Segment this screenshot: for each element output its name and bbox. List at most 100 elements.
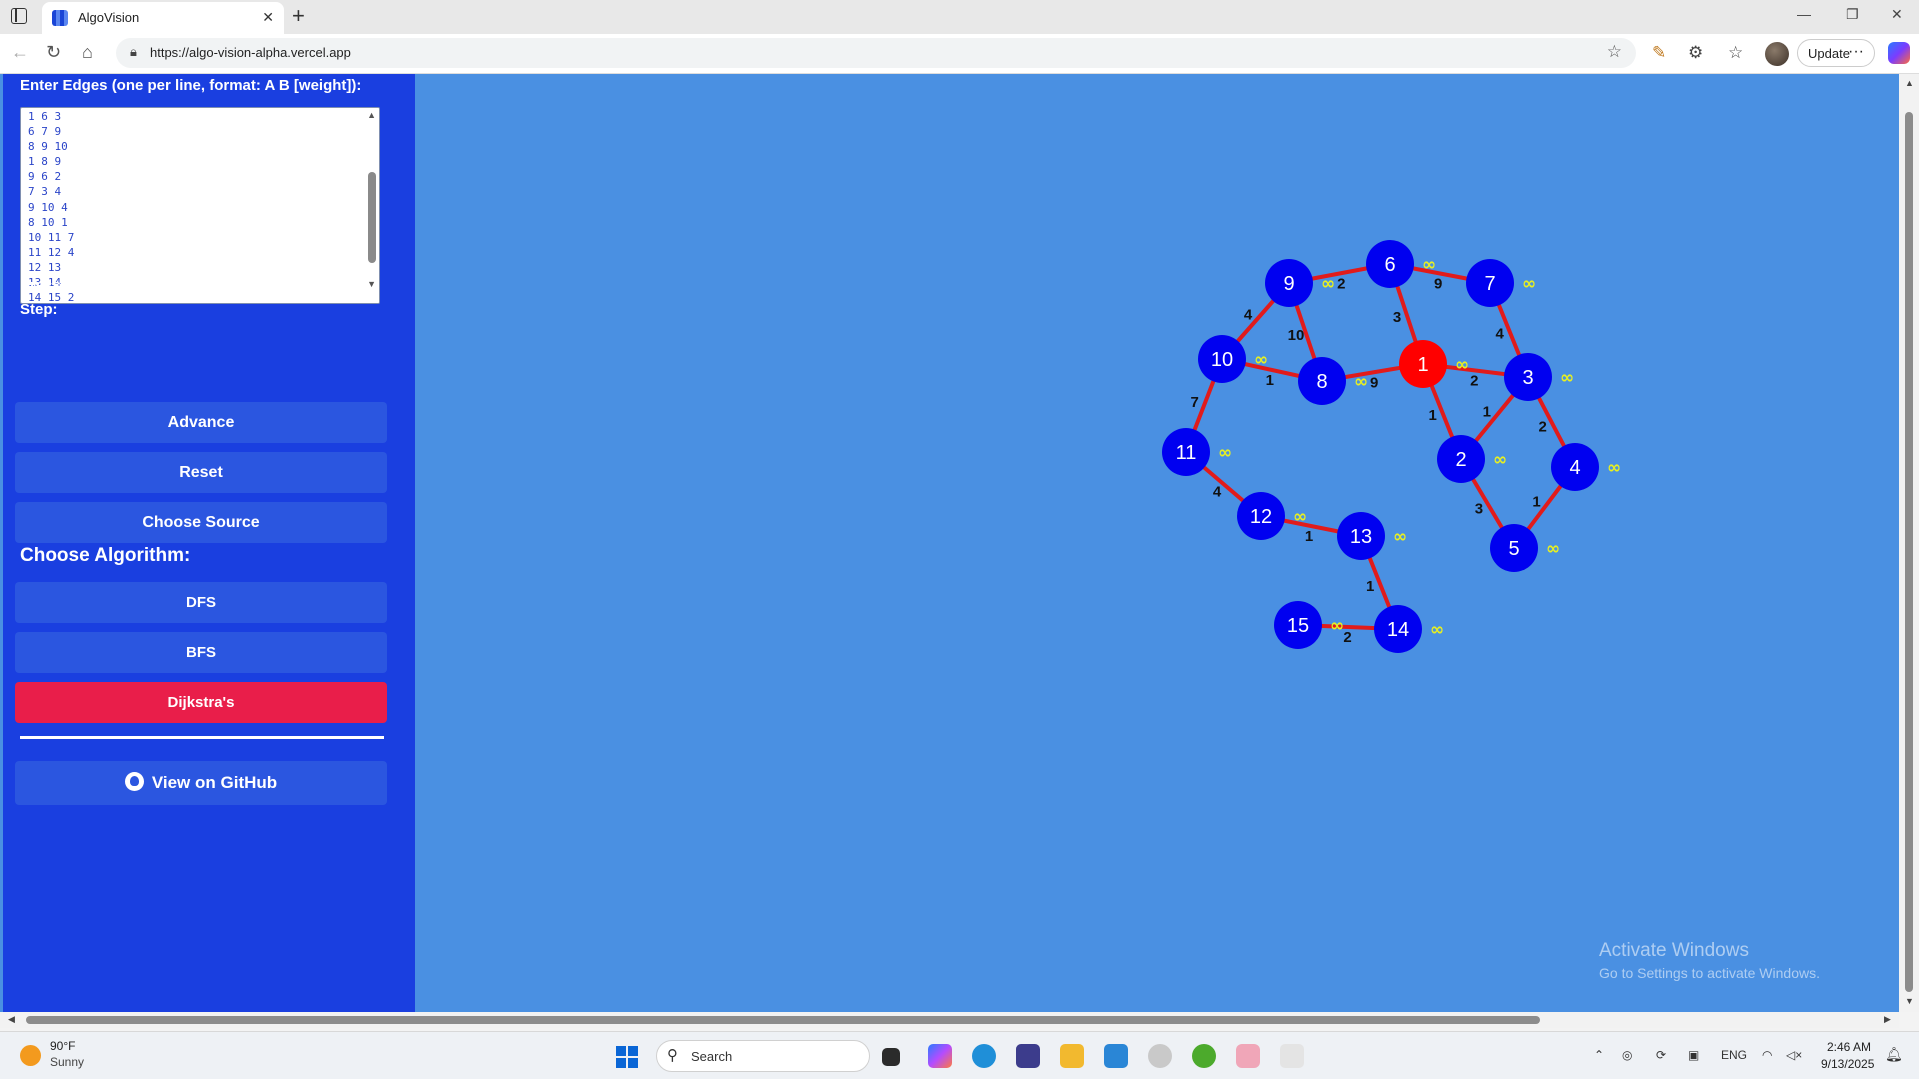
favorite-star-icon[interactable]: ☆ bbox=[1607, 42, 1622, 62]
node-distance-15: ∞ bbox=[1330, 616, 1344, 636]
page-scroll-right-icon[interactable]: ▶ bbox=[1884, 1014, 1891, 1025]
edge-weight-3-2: 1 bbox=[1483, 404, 1491, 421]
edge-weight-9-8: 10 bbox=[1288, 327, 1305, 344]
language-indicator[interactable]: ENG bbox=[1721, 1048, 1747, 1062]
page-horizontal-thumb[interactable] bbox=[26, 1016, 1540, 1024]
tab-title: AlgoVision bbox=[78, 10, 140, 25]
algorithm-bfs-button[interactable]: BFS bbox=[15, 632, 387, 673]
edge-browser-icon[interactable] bbox=[972, 1044, 996, 1068]
node-label-9: 9 bbox=[1283, 273, 1294, 295]
page-vertical-thumb[interactable] bbox=[1905, 112, 1913, 992]
address-bar[interactable]: 🔒︎ https://algo-vision-alpha.vercel.app … bbox=[116, 38, 1636, 68]
teams-app-icon[interactable] bbox=[1016, 1044, 1040, 1068]
profile-avatar[interactable] bbox=[1765, 42, 1789, 66]
graph-canvas[interactable]: 2 9410341 9 271 1243 11121 ∞2 ∞3 ∞4 ∞5 ∞6 ∞7 ∞8 ∞9 ∞10… bbox=[415, 74, 1899, 1012]
node-label-6: 6 bbox=[1384, 254, 1395, 276]
node-distance-9: ∞ bbox=[1321, 274, 1335, 294]
taskbar-search-box[interactable]: ⚲ Search bbox=[656, 1040, 870, 1072]
edges-input-label: Enter Edges (one per line, format: A B [… bbox=[20, 77, 362, 94]
address-toolbar: ← ↻ ⌂ 🔒︎ https://algo-vision-alpha.verce… bbox=[0, 34, 1919, 74]
wifi-icon[interactable]: ◠ bbox=[1762, 1048, 1772, 1062]
weather-condition[interactable]: Sunny bbox=[50, 1055, 84, 1069]
more-options-icon[interactable]: ··· bbox=[1848, 43, 1864, 61]
network-status-icon[interactable]: ▣ bbox=[1688, 1048, 1699, 1062]
taskbar-search-text[interactable]: Search bbox=[691, 1049, 732, 1064]
choose-algorithm-heading: Choose Algorithm: bbox=[20, 545, 191, 566]
edge-weight-1-2: 1 bbox=[1429, 407, 1437, 424]
tray-app-icon[interactable]: ◎ bbox=[1622, 1048, 1632, 1062]
vscode-icon[interactable] bbox=[1104, 1044, 1128, 1068]
node-distance-4: ∞ bbox=[1607, 458, 1621, 478]
app-page: Enter Edges (one per line, format: A B [… bbox=[0, 74, 1919, 1012]
clock-date[interactable]: 9/13/2025 bbox=[1821, 1057, 1874, 1071]
edge-weight-9-10: 4 bbox=[1244, 306, 1253, 323]
site-info-lock-icon[interactable]: 🔒︎ bbox=[130, 44, 137, 60]
restore-button[interactable]: ❐ bbox=[1846, 6, 1859, 23]
node-distance-2: ∞ bbox=[1493, 450, 1507, 470]
activate-windows-title: Activate Windows bbox=[1599, 940, 1749, 961]
algovision-favicon-icon bbox=[52, 10, 68, 26]
algorithm-dijkstra-button[interactable]: Dijkstra's bbox=[15, 682, 387, 723]
page-scroll-down-icon[interactable]: ▼ bbox=[1905, 996, 1914, 1006]
extensions-puzzle-icon[interactable]: ⚙ bbox=[1688, 43, 1703, 63]
page-vertical-scrollbar[interactable]: ▲ ▼ bbox=[1899, 74, 1919, 1012]
view-on-github-button[interactable]: View on GitHub bbox=[15, 761, 387, 805]
volume-muted-icon[interactable]: ◁× bbox=[1786, 1048, 1802, 1062]
sidebar-divider bbox=[20, 736, 384, 739]
page-scroll-up-icon[interactable]: ▲ bbox=[1905, 78, 1914, 88]
edge-weight-10-8: 1 bbox=[1266, 372, 1274, 389]
tab-actions-icon[interactable] bbox=[11, 8, 27, 24]
node-distance-8: ∞ bbox=[1354, 372, 1368, 392]
home-icon[interactable]: ⌂ bbox=[82, 42, 93, 63]
page-scroll-left-icon[interactable]: ◀ bbox=[8, 1014, 15, 1025]
reset-button[interactable]: Reset bbox=[15, 452, 387, 493]
node-distance-5: ∞ bbox=[1546, 539, 1560, 559]
close-window-button[interactable]: ✕ bbox=[1891, 6, 1903, 23]
edge-weight-11-12: 4 bbox=[1213, 484, 1222, 501]
update-button[interactable]: Update ··· bbox=[1797, 39, 1875, 67]
textarea-scroll-thumb[interactable] bbox=[368, 172, 376, 263]
choose-source-button[interactable]: Choose Source bbox=[15, 502, 387, 543]
utorrent-icon[interactable] bbox=[1192, 1044, 1216, 1068]
edge-weight-6-1: 3 bbox=[1393, 309, 1401, 326]
edge-weight-3-4: 2 bbox=[1538, 419, 1546, 436]
edge-weight-13-14: 1 bbox=[1366, 578, 1374, 595]
scroll-up-arrow-icon[interactable]: ▲ bbox=[367, 110, 376, 120]
copilot-icon[interactable] bbox=[1888, 42, 1910, 64]
weather-sun-icon[interactable] bbox=[20, 1045, 41, 1066]
refresh-icon[interactable]: ↻ bbox=[46, 42, 61, 63]
node-distance-12: ∞ bbox=[1293, 507, 1307, 527]
algorithm-dfs-button[interactable]: DFS bbox=[15, 582, 387, 623]
task-view-icon[interactable] bbox=[882, 1048, 900, 1066]
node-label-5: 5 bbox=[1508, 538, 1519, 560]
back-arrow-icon[interactable]: ← bbox=[11, 42, 29, 63]
tab-close-icon[interactable]: ✕ bbox=[262, 9, 274, 26]
advance-instruction-label: Press (Advance) to Advance Algorithm Ste… bbox=[20, 277, 355, 318]
node-distance-6: ∞ bbox=[1422, 255, 1436, 275]
chrome-app-icon[interactable] bbox=[1236, 1044, 1260, 1068]
node-label-12: 12 bbox=[1250, 506, 1272, 528]
new-tab-button[interactable]: + bbox=[292, 3, 305, 29]
activate-windows-subtitle: Go to Settings to activate Windows. bbox=[1599, 965, 1820, 981]
sync-icon[interactable]: ⟳ bbox=[1656, 1048, 1666, 1062]
snipping-tool-icon[interactable] bbox=[1280, 1044, 1304, 1068]
edge-weight-6-7: 9 bbox=[1434, 275, 1442, 292]
favorites-icon[interactable]: ☆ bbox=[1728, 43, 1743, 63]
minimize-button[interactable]: — bbox=[1797, 6, 1811, 22]
copilot-app-icon[interactable] bbox=[928, 1044, 952, 1068]
node-label-13: 13 bbox=[1350, 526, 1372, 548]
github-icon bbox=[124, 772, 144, 791]
url-text[interactable]: https://algo-vision-alpha.vercel.app bbox=[150, 45, 351, 60]
clock-time[interactable]: 2:46 AM bbox=[1827, 1040, 1871, 1054]
browser-tab-algovision[interactable]: AlgoVision ✕ bbox=[42, 2, 284, 34]
show-hidden-icons-chevron-icon[interactable]: ⌃ bbox=[1594, 1048, 1604, 1062]
notifications-bell-icon[interactable]: 🔔︎ bbox=[1885, 1046, 1903, 1063]
advance-button[interactable]: Advance bbox=[15, 402, 387, 443]
app-icon[interactable] bbox=[1148, 1044, 1172, 1068]
file-explorer-icon[interactable] bbox=[1060, 1044, 1084, 1068]
node-distance-3: ∞ bbox=[1560, 368, 1574, 388]
start-menu-icon[interactable] bbox=[616, 1046, 638, 1068]
weather-temperature[interactable]: 90°F bbox=[50, 1039, 75, 1053]
page-horizontal-scrollbar[interactable]: ◀ ▶ bbox=[0, 1012, 1899, 1028]
extension-icon[interactable]: ✎ bbox=[1652, 43, 1666, 63]
